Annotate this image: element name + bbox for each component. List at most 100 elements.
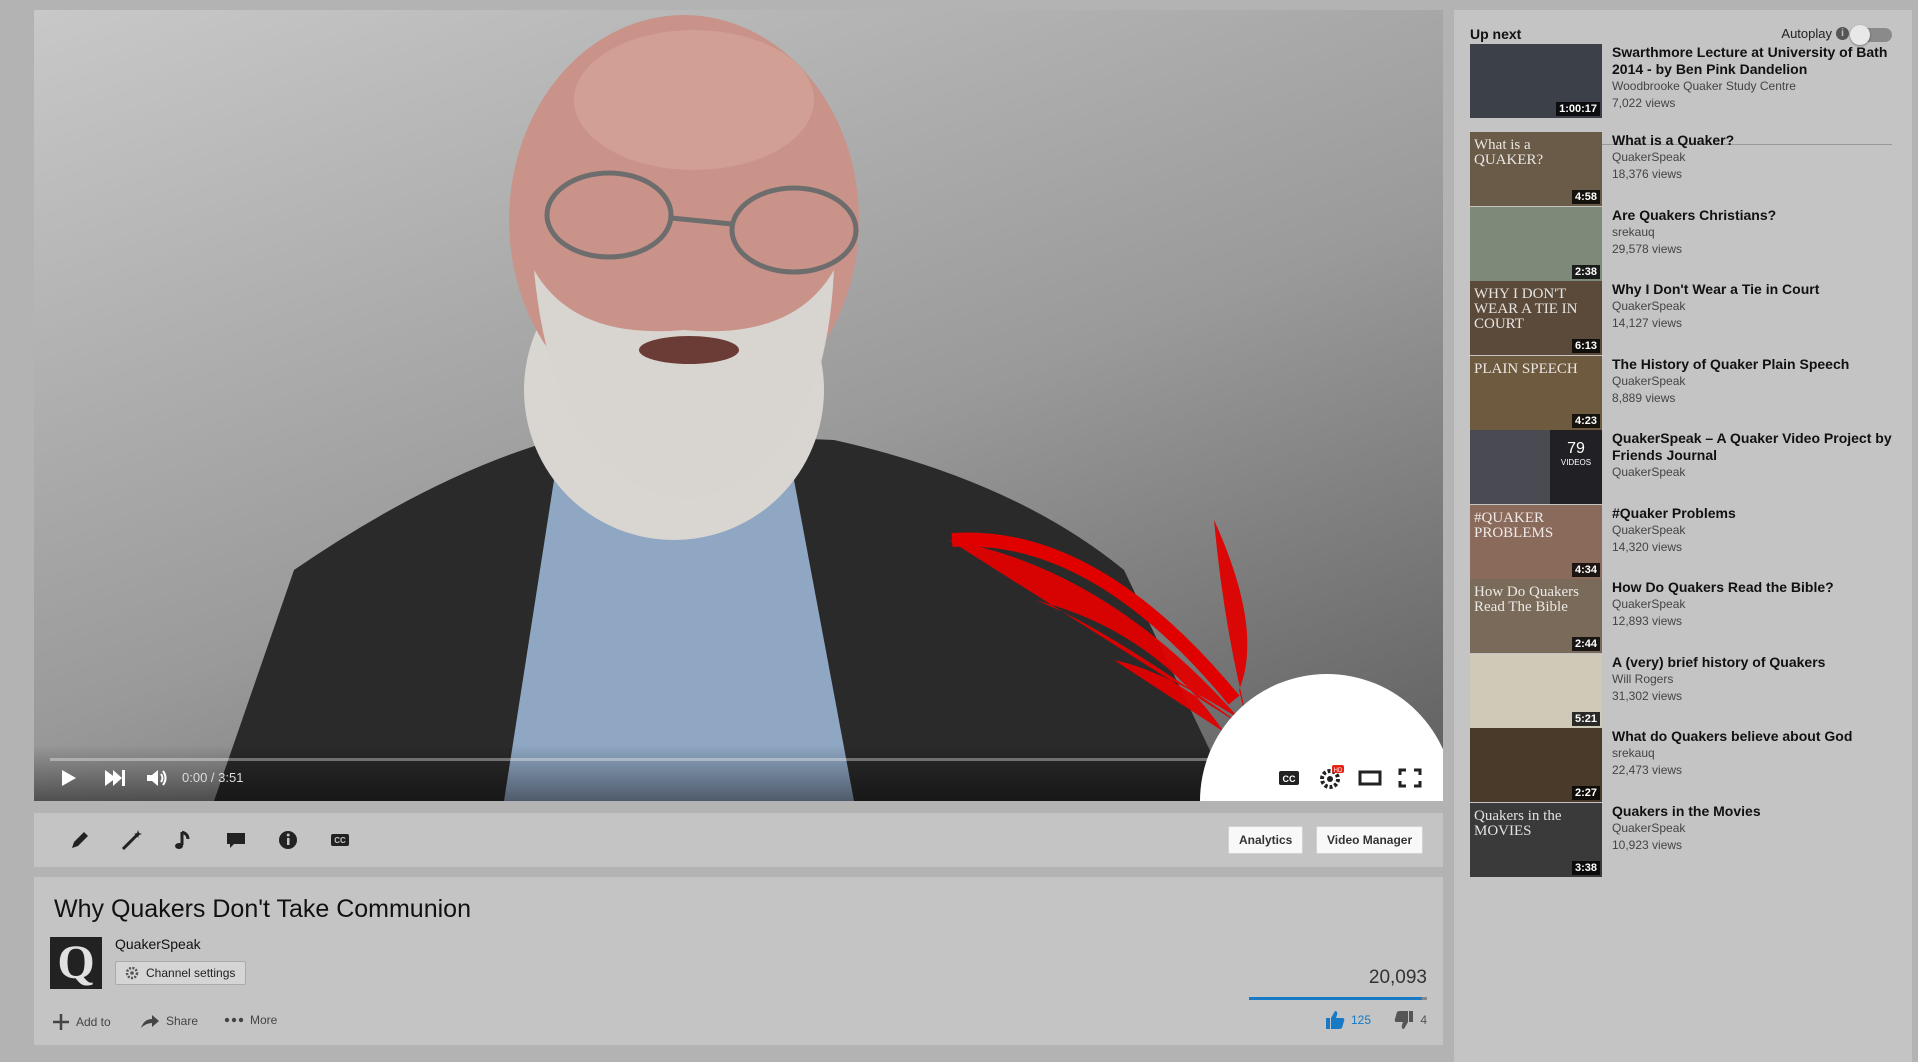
up-next-heading: Up next xyxy=(1470,26,1522,42)
video-title-link[interactable]: What do Quakers believe about God xyxy=(1612,728,1896,745)
toggle-knob xyxy=(1850,25,1870,45)
autoplay-toggle[interactable] xyxy=(1850,25,1892,45)
video-views: 18,376 views xyxy=(1612,167,1683,181)
video-duration: 1:00:17 xyxy=(1556,102,1600,116)
edit-button[interactable] xyxy=(68,828,92,852)
video-title-link[interactable]: Swarthmore Lecture at University of Bath… xyxy=(1612,44,1896,78)
video-thumbnail[interactable]: 2:27 xyxy=(1470,728,1602,802)
video-thumbnail[interactable]: 79 VIDEOS xyxy=(1470,430,1602,504)
video-title-link[interactable]: The History of Quaker Plain Speech xyxy=(1612,356,1896,373)
info-icon[interactable]: i xyxy=(1836,27,1849,40)
thumbnail-text: What is a QUAKER? xyxy=(1474,137,1544,168)
sidebar-video-item[interactable]: 2:38 Are Quakers Christians? srekauq 29,578… xyxy=(1470,207,1890,283)
video-thumbnail[interactable]: 5:21 xyxy=(1470,654,1602,728)
sidebar-video-item[interactable]: #QUAKER PROBLEMS 4:34 #Quaker Problems Quak… xyxy=(1470,505,1890,581)
sidebar-video-item[interactable]: 79 VIDEOS QuakerSpeak – A Quaker Video Pro… xyxy=(1470,430,1892,506)
video-channel: QuakerSpeak xyxy=(1612,597,1686,611)
video-title-link[interactable]: What is a Quaker? xyxy=(1612,132,1896,149)
share-label: Share xyxy=(166,1014,199,1028)
video-frame-image xyxy=(214,15,1249,801)
enhancements-button[interactable] xyxy=(120,828,144,852)
video-views: 10,923 views xyxy=(1612,838,1683,852)
subtitles-button[interactable]: CC xyxy=(328,828,352,852)
fullscreen-button[interactable] xyxy=(1398,765,1422,791)
video-thumbnail[interactable]: Quakers in the MOVIES 3:38 xyxy=(1470,803,1602,877)
volume-button[interactable] xyxy=(146,765,168,791)
sidebar-video-item[interactable]: Quakers in the MOVIES 3:38 Quakers in the … xyxy=(1470,803,1890,879)
settings-button[interactable]: HD xyxy=(1318,765,1344,791)
video-thumbnail[interactable]: How Do Quakers Read The Bible 2:44 xyxy=(1470,579,1602,653)
video-thumbnail[interactable]: #QUAKER PROBLEMS 4:34 xyxy=(1470,505,1602,579)
creator-toolbar: CC Analytics Video Manager xyxy=(34,813,1443,867)
view-count: 20,093 xyxy=(1368,967,1427,988)
video-thumbnail[interactable]: WHY I DON'T WEAR A TIE IN COURT 6:13 xyxy=(1470,281,1602,355)
share-button[interactable]: Share xyxy=(140,1013,198,1029)
video-channel: srekauq xyxy=(1612,225,1655,239)
video-manager-button[interactable]: Video Manager xyxy=(1316,826,1424,854)
plus-icon xyxy=(53,1014,69,1030)
add-to-button[interactable]: Add to xyxy=(52,1013,111,1031)
video-title-link[interactable]: How Do Quakers Read the Bible? xyxy=(1612,579,1896,596)
magic-wand-icon xyxy=(121,830,142,851)
autoplay-label: Autoplay xyxy=(1781,26,1832,41)
thumbs-down-icon xyxy=(1394,1011,1414,1029)
ellipsis-icon xyxy=(224,1017,244,1023)
video-views: 7,022 views xyxy=(1612,96,1676,110)
video-channel: Woodbrooke Quaker Study Centre xyxy=(1612,79,1796,93)
thumbnail-text: #QUAKER PROBLEMS xyxy=(1474,510,1554,541)
video-duration: 2:38 xyxy=(1571,265,1600,279)
sidebar-video-item[interactable]: WHY I DON'T WEAR A TIE IN COURT 6:13 Why I… xyxy=(1470,281,1890,357)
video-channel: Will Rogers xyxy=(1612,672,1674,686)
video-duration: 4:34 xyxy=(1571,563,1600,577)
theater-mode-button[interactable] xyxy=(1358,765,1382,791)
video-title-link[interactable]: #Quaker Problems xyxy=(1612,505,1896,522)
svg-text:HD: HD xyxy=(1334,768,1343,774)
analytics-button[interactable]: Analytics xyxy=(1228,826,1304,854)
video-thumbnail[interactable]: PLAIN SPEECH 4:23 xyxy=(1470,356,1602,430)
more-button[interactable]: More xyxy=(224,1013,277,1027)
video-title-link[interactable]: A (very) brief history of Quakers xyxy=(1612,654,1896,671)
sidebar-video-item[interactable]: 1:00:17 Swarthmore Lecture at University … xyxy=(1470,44,1890,120)
more-label: More xyxy=(250,1013,278,1027)
cc-icon: CC xyxy=(331,834,349,846)
video-views: 12,893 views xyxy=(1612,614,1683,628)
share-arrow-icon xyxy=(141,1015,159,1028)
channel-avatar[interactable]: Q xyxy=(50,937,102,989)
video-title-link[interactable]: Why I Don't Wear a Tie in Court xyxy=(1612,281,1896,298)
video-player[interactable]: 0:00 / 3:51 CC HD xyxy=(34,10,1443,801)
annotations-button[interactable] xyxy=(224,828,248,852)
cards-button[interactable] xyxy=(276,828,300,852)
video-thumbnail[interactable]: 1:00:17 xyxy=(1470,44,1602,118)
audio-button[interactable] xyxy=(172,828,196,852)
video-views: 22,473 views xyxy=(1612,763,1683,777)
channel-settings-button[interactable]: Channel settings xyxy=(115,961,247,985)
video-channel: QuakerSpeak xyxy=(1612,465,1686,479)
video-duration: 5:21 xyxy=(1571,712,1600,726)
video-duration: 4:58 xyxy=(1571,190,1600,204)
next-icon xyxy=(105,770,125,786)
sidebar-video-item[interactable]: PLAIN SPEECH 4:23 The History of Quaker Pl… xyxy=(1470,356,1890,432)
speech-bubble-icon xyxy=(227,833,245,848)
video-channel: QuakerSpeak xyxy=(1612,299,1686,313)
video-title-link[interactable]: Quakers in the Movies xyxy=(1612,803,1896,820)
next-button[interactable] xyxy=(104,765,126,791)
sidebar-video-item[interactable]: How Do Quakers Read The Bible 2:44 How Do … xyxy=(1470,579,1890,655)
thumbnail-text: PLAIN SPEECH xyxy=(1474,361,1578,377)
thumbnail-text: WHY I DON'T WEAR A TIE IN COURT xyxy=(1474,286,1578,332)
sidebar-recommendations: Up next Autoplay i 1:00:17 Swarthmore Lec… xyxy=(1454,10,1912,1062)
video-thumbnail[interactable]: 2:38 xyxy=(1470,207,1602,281)
video-duration: 2:44 xyxy=(1571,637,1600,651)
video-title-link[interactable]: Are Quakers Christians? xyxy=(1612,207,1896,224)
music-note-icon xyxy=(175,830,190,849)
theater-icon xyxy=(1358,770,1382,786)
channel-name[interactable]: QuakerSpeak xyxy=(115,936,201,952)
video-thumbnail[interactable]: What is a QUAKER? 4:58 xyxy=(1470,132,1602,206)
play-button[interactable] xyxy=(58,765,78,791)
sidebar-video-item[interactable]: 5:21 A (very) brief history of Quakers Wil… xyxy=(1470,654,1890,730)
video-title-link[interactable]: QuakerSpeak – A Quaker Video Project by … xyxy=(1612,430,1896,464)
captions-button[interactable]: CC xyxy=(1278,765,1300,791)
like-button[interactable]: 125 xyxy=(1325,1010,1371,1030)
sidebar-video-item[interactable]: What is a QUAKER? 4:58 What is a Quaker? Qu… xyxy=(1470,132,1890,208)
dislike-button[interactable]: 4 xyxy=(1394,1010,1427,1030)
sidebar-video-item[interactable]: 2:27 What do Quakers believe about God sre… xyxy=(1470,728,1890,804)
